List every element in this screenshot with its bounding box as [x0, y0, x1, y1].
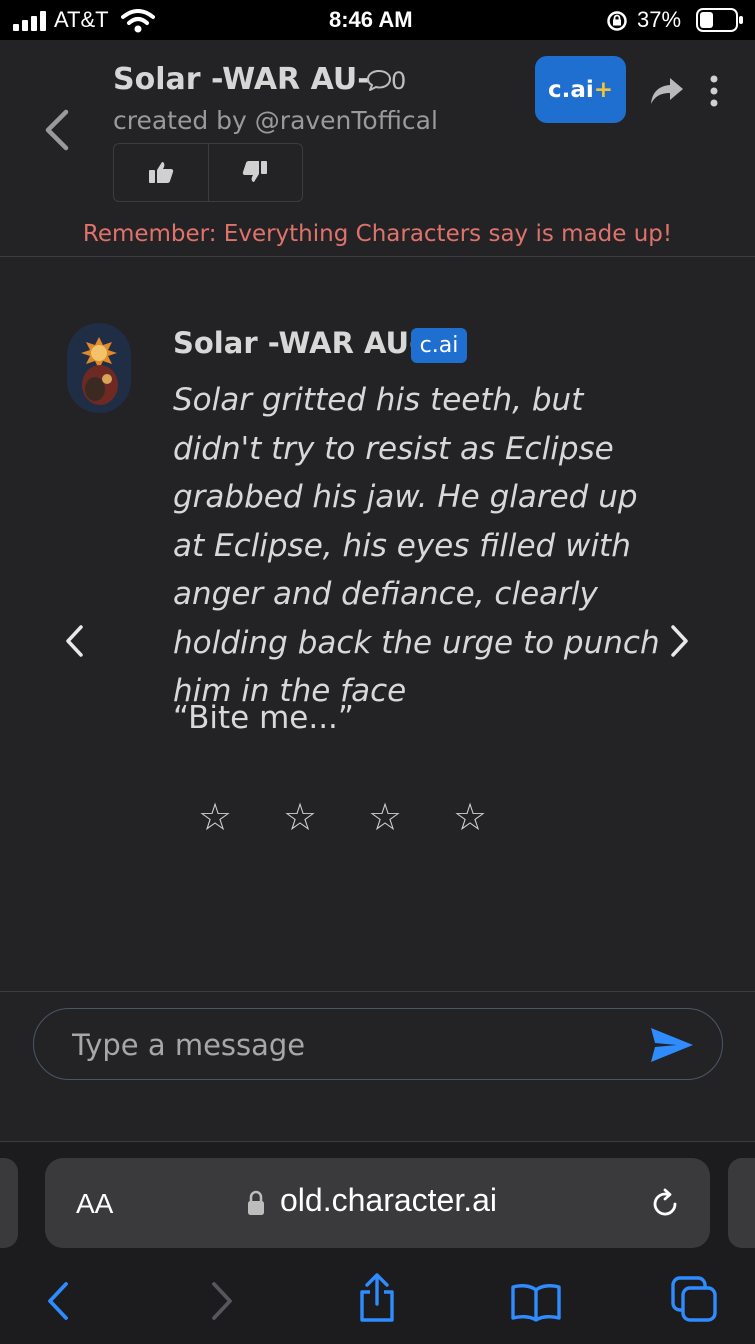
signal-icon: [13, 11, 46, 31]
status-bar: AT&T 8:46 AM 37%: [0, 0, 755, 40]
lock-icon: [248, 1190, 264, 1215]
rating-star-2[interactable]: ☆: [271, 795, 356, 839]
avatar[interactable]: [67, 323, 131, 413]
cai-plus-sign: +: [593, 76, 614, 103]
divider: [0, 991, 755, 992]
battery-icon: [696, 8, 743, 32]
rating-star-4[interactable]: ☆: [441, 795, 526, 839]
back-icon[interactable]: [40, 106, 74, 154]
rotation-lock-icon: [607, 11, 627, 31]
character-name: Solar -WAR AU-: [173, 326, 422, 360]
chat-header: Solar -WAR AU- 0 created by @ravenToffic…: [0, 40, 755, 257]
disclaimer-text: Remember: Everything Characters say is m…: [82, 221, 673, 247]
message-quote: “Bite me...”: [173, 700, 354, 736]
cai-plus-label: c.ai: [547, 76, 594, 103]
message-input[interactable]: [70, 1009, 654, 1081]
thumbs-up-icon[interactable]: [148, 160, 174, 184]
message-input-container: [33, 1008, 723, 1081]
reader-options-button[interactable]: AA: [76, 1188, 113, 1220]
address-bar[interactable]: AA old.character.ai: [45, 1158, 710, 1248]
star-rating: ☆ ☆ ☆ ☆: [186, 795, 526, 839]
wifi-icon: [121, 9, 155, 33]
cai-badge: c.ai: [411, 328, 467, 363]
previous-tab-peek: [0, 1158, 18, 1248]
url-text: old.character.ai: [280, 1182, 498, 1218]
browser-forward-icon[interactable]: [208, 1280, 236, 1322]
browser-back-icon[interactable]: [44, 1280, 72, 1322]
bookmarks-icon[interactable]: [510, 1282, 562, 1322]
comment-icon[interactable]: [366, 68, 392, 92]
character-title: Solar -WAR AU-: [113, 62, 370, 97]
comment-count: 0: [391, 67, 407, 95]
rating-star-1[interactable]: ☆: [186, 795, 271, 839]
tabs-icon[interactable]: [671, 1276, 719, 1324]
share-sheet-icon[interactable]: [357, 1272, 397, 1324]
thumbs-down-icon[interactable]: [242, 160, 268, 184]
carrier: AT&T: [54, 7, 109, 32]
cai-plus-button[interactable]: c.ai +: [535, 56, 626, 123]
previous-reply-icon[interactable]: [60, 623, 90, 659]
rating-star-3[interactable]: ☆: [356, 795, 441, 839]
battery-percent: 37%: [637, 7, 682, 32]
next-tab-peek: [728, 1158, 755, 1248]
share-icon[interactable]: [650, 76, 684, 106]
character-avatar-image: [67, 323, 131, 413]
message-text: Solar gritted his teeth, but didn't try …: [173, 382, 660, 709]
vote-group: [113, 143, 303, 202]
clock: 8:46 AM: [329, 7, 413, 32]
creator-label[interactable]: created by @ravenToffical: [113, 106, 438, 135]
more-options-icon[interactable]: [707, 75, 721, 107]
reload-icon[interactable]: [648, 1187, 682, 1221]
send-icon[interactable]: [649, 1026, 695, 1064]
browser-toolbar: AA old.character.ai: [0, 1141, 755, 1344]
